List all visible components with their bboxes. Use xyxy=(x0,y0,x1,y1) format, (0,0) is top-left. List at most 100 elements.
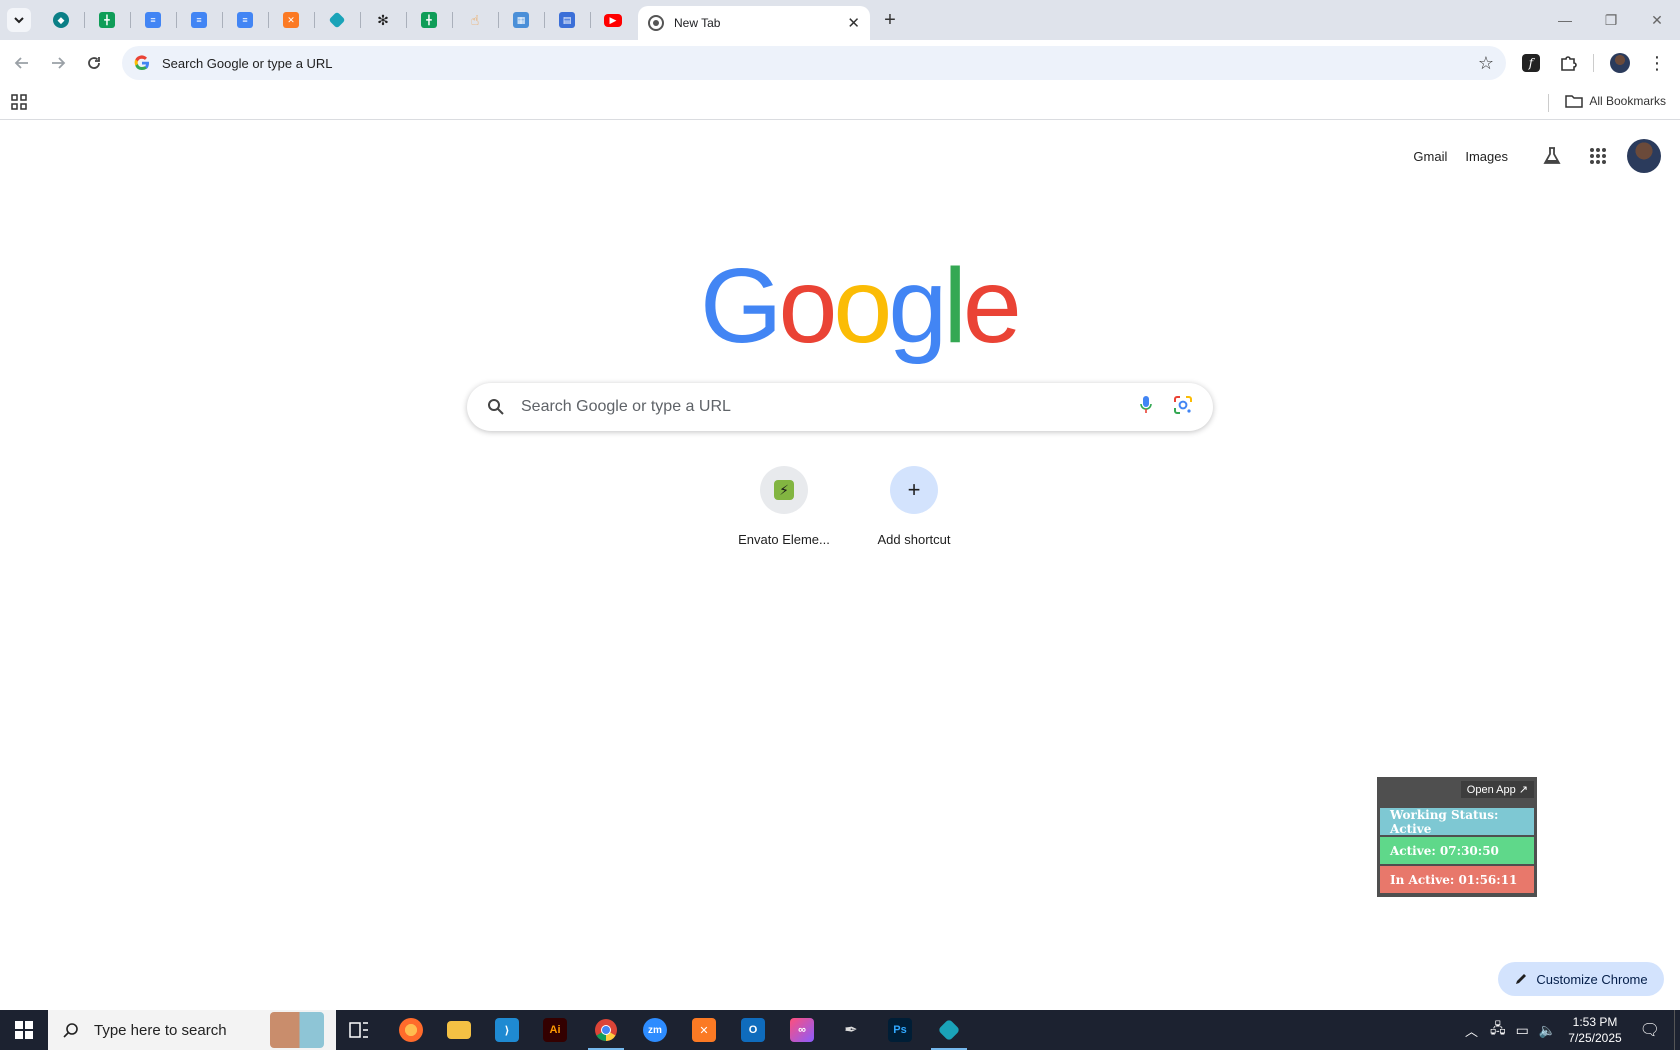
taskbar-app-diamond[interactable] xyxy=(926,1010,972,1050)
shortcut-label: Add shortcut xyxy=(877,532,951,547)
taskbar-firefox[interactable] xyxy=(388,1010,434,1050)
pinned-tab[interactable]: ◆ xyxy=(38,0,84,40)
start-button[interactable] xyxy=(0,1010,48,1050)
taskbar-xampp[interactable]: ✕ xyxy=(681,1010,727,1050)
sheets-icon: ╋ xyxy=(99,12,115,28)
shortcut-label: Envato Eleme... xyxy=(738,532,830,547)
chevron-up-icon[interactable]: ︿ xyxy=(1465,1021,1478,1040)
shortcuts: ⚡ Envato Eleme... + Add shortcut xyxy=(728,462,970,547)
bookmark-star-icon[interactable]: ☆ xyxy=(1478,53,1494,74)
pinned-tab[interactable]: ╋ xyxy=(406,0,452,40)
logo-letter: o xyxy=(833,247,892,365)
docs-icon: ≡ xyxy=(237,12,253,28)
notifications-icon[interactable]: 🗨 xyxy=(1640,1020,1660,1040)
taskbar-pen-tool[interactable]: ✒ xyxy=(828,1010,874,1050)
google-apps-button[interactable] xyxy=(1578,136,1618,176)
search-icon xyxy=(63,1023,78,1038)
vpn-shield-icon: ◆ xyxy=(53,12,69,28)
ntp-search-box[interactable]: Search Google or type a URL xyxy=(467,383,1213,431)
monitor-icon[interactable]: ▭ xyxy=(1516,1022,1529,1039)
taskbar-vscode[interactable]: ⟩ xyxy=(484,1010,530,1050)
customize-chrome-button[interactable]: Customize Chrome xyxy=(1498,962,1664,996)
add-shortcut-button[interactable]: + Add shortcut xyxy=(858,462,970,547)
chrome-icon xyxy=(595,1019,617,1041)
close-window-button[interactable]: ✕ xyxy=(1634,0,1680,40)
illustrator-icon: Ai xyxy=(543,1018,567,1042)
reload-button[interactable] xyxy=(79,48,109,78)
system-clock[interactable]: 1:53 PM 7/25/2025 xyxy=(1568,1014,1621,1046)
profile-avatar xyxy=(1610,53,1630,73)
inactive-time-row: In Active: 01:56:11 xyxy=(1380,866,1534,893)
labs-button[interactable] xyxy=(1532,136,1572,176)
tab-search-button[interactable] xyxy=(7,8,31,32)
gmail-link[interactable]: Gmail xyxy=(1413,149,1447,164)
account-avatar xyxy=(1627,139,1661,173)
clock-time: 1:53 PM xyxy=(1572,1015,1618,1029)
outlook-icon: O xyxy=(741,1018,765,1042)
restore-button[interactable]: ❐ xyxy=(1588,0,1634,40)
all-bookmarks-button[interactable]: All Bookmarks xyxy=(1565,93,1666,109)
forward-button[interactable] xyxy=(43,48,73,78)
windows-logo-icon xyxy=(15,1021,33,1039)
taskbar-photoshop[interactable]: Ps xyxy=(877,1010,923,1050)
arrow-right-icon xyxy=(52,57,66,69)
search-icon xyxy=(488,399,504,415)
logo-letter: o xyxy=(778,247,837,365)
new-tab-button[interactable]: + xyxy=(876,8,904,32)
taskbar-search[interactable]: Type here to search xyxy=(48,1010,336,1050)
extension-f-button[interactable]: f xyxy=(1516,48,1546,78)
taskbar-illustrator[interactable]: Ai xyxy=(532,1010,578,1050)
extensions-button[interactable] xyxy=(1553,48,1583,78)
all-bookmarks-label: All Bookmarks xyxy=(1589,94,1666,108)
show-desktop-button[interactable] xyxy=(1674,1010,1680,1050)
pinned-tab[interactable]: ╋ xyxy=(84,0,130,40)
shortcut-icon-wrap: + xyxy=(890,466,938,514)
envato-icon: ⚡ xyxy=(774,480,794,500)
reload-icon xyxy=(88,57,100,69)
shortcut-envato[interactable]: ⚡ Envato Eleme... xyxy=(728,462,840,547)
pinned-tab[interactable]: ☝ xyxy=(452,0,498,40)
minimize-button[interactable]: — xyxy=(1542,0,1588,40)
taskbar-chrome[interactable] xyxy=(583,1010,629,1050)
pinned-tab[interactable]: ✕ xyxy=(268,0,314,40)
folder-icon xyxy=(1565,95,1584,108)
taskbar-file-explorer[interactable] xyxy=(436,1010,482,1050)
lens-search-button[interactable] xyxy=(1173,395,1193,420)
pencil-icon xyxy=(1516,974,1527,984)
pinned-tab[interactable]: ≡ xyxy=(176,0,222,40)
images-link[interactable]: Images xyxy=(1465,149,1508,164)
ntp-search-placeholder: Search Google or type a URL xyxy=(521,398,731,415)
pinned-tab[interactable] xyxy=(314,0,360,40)
app-diamond-icon xyxy=(328,11,346,29)
time-tracker-widget: Open App ↗ Working Status: Active Active… xyxy=(1377,777,1537,897)
omnibox[interactable]: Search Google or type a URL ☆ xyxy=(122,46,1506,80)
open-app-button[interactable]: Open App ↗ xyxy=(1460,781,1534,798)
volume-icon[interactable]: 🔈 xyxy=(1539,1022,1556,1039)
docs-icon: ≡ xyxy=(191,12,207,28)
search-highlight-image xyxy=(270,1012,324,1048)
pinned-tab[interactable]: ≡ xyxy=(130,0,176,40)
taskbar-creative-cloud[interactable]: ∞ xyxy=(779,1010,825,1050)
chrome-menu-button[interactable]: ⋮ xyxy=(1642,48,1672,78)
close-tab-icon[interactable]: ✕ xyxy=(847,14,860,32)
back-button[interactable] xyxy=(7,48,37,78)
pinned-tab[interactable]: ▶ xyxy=(590,0,636,40)
tab-strip: ◆ ╋ ≡ ≡ ≡ ✕ ✻ ╋ ☝ ▦ ▤ ▶ New Tab ✕ + — ❐ … xyxy=(0,0,1680,40)
tab-new-tab[interactable]: New Tab ✕ xyxy=(638,6,870,40)
firefox-icon xyxy=(399,1018,423,1042)
photoshop-icon: Ps xyxy=(888,1018,912,1042)
account-button[interactable] xyxy=(1624,136,1664,176)
profile-button[interactable] xyxy=(1605,48,1635,78)
pinned-tab[interactable]: ▤ xyxy=(544,0,590,40)
pinned-tab[interactable]: ▦ xyxy=(498,0,544,40)
customize-label: Customize Chrome xyxy=(1536,971,1648,987)
taskbar-zoom[interactable]: zm xyxy=(632,1010,678,1050)
network-status-icon[interactable]: 🖧 xyxy=(1490,1018,1506,1042)
task-view-button[interactable] xyxy=(336,1010,382,1050)
pinned-tab[interactable]: ✻ xyxy=(360,0,406,40)
pinned-tab[interactable]: ≡ xyxy=(222,0,268,40)
taskbar-outlook[interactable]: O xyxy=(730,1010,776,1050)
apps-grid-button[interactable] xyxy=(10,93,28,116)
voice-search-button[interactable] xyxy=(1139,395,1153,420)
toolbar-divider xyxy=(1593,54,1594,72)
